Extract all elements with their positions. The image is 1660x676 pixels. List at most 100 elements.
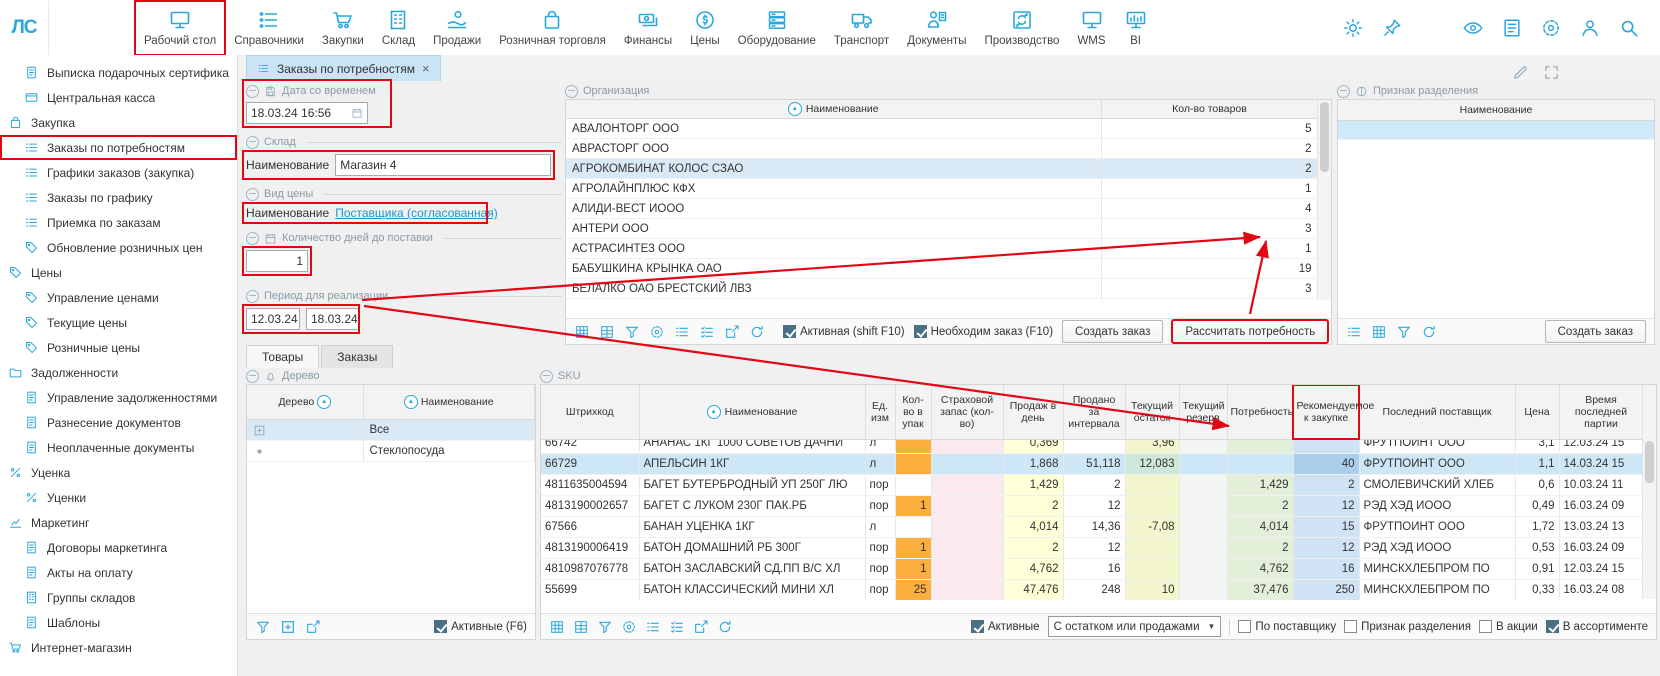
collapse-icon[interactable]: [246, 188, 259, 201]
sidebar-item-warehouse-groups[interactable]: Группы складов: [0, 585, 237, 610]
org-vertical-scrollbar[interactable]: [1317, 100, 1331, 300]
sidebar-section-online-store[interactable]: Интернет-магазин: [0, 635, 237, 660]
filter-icon[interactable]: [1396, 324, 1412, 340]
ribbon-equipment[interactable]: Оборудование: [729, 1, 825, 55]
grid-view-icon[interactable]: [1371, 324, 1387, 340]
checkbox-in-promo[interactable]: В акции: [1479, 620, 1538, 633]
sku-column-header[interactable]: Потребность: [1227, 385, 1293, 439]
sidebar-item-markdowns[interactable]: Уценки: [0, 485, 237, 510]
sku-column-header[interactable]: Текущий резерв: [1179, 385, 1227, 439]
theme-icon[interactable]: [1342, 17, 1364, 39]
filter-icon[interactable]: [597, 619, 613, 635]
calendar-icon[interactable]: [351, 107, 363, 119]
export-icon[interactable]: [693, 619, 709, 635]
org-row[interactable]: АВАЛОНТОРГ ООО 5: [566, 119, 1318, 139]
sidebar-section-marketing[interactable]: Маркетинг: [0, 510, 237, 535]
sidebar-item-templates[interactable]: Шаблоны: [0, 610, 237, 635]
sku-row[interactable]: 4813190006419 БАТОН ДОМАШНИЙ РБ 300Г пор…: [541, 537, 1643, 558]
create-order-button[interactable]: Создать заказ: [1062, 320, 1163, 343]
sidebar-section-markdown[interactable]: Уценка: [0, 460, 237, 485]
tree-col-name[interactable]: ▲ Наименование: [363, 385, 535, 420]
warehouse-input[interactable]: Магазин 4: [335, 154, 551, 176]
refresh-icon[interactable]: [1421, 324, 1437, 340]
sidebar-item-retail-price-update[interactable]: Обновление розничных цен: [0, 235, 237, 260]
tree-row[interactable]: Все: [247, 420, 535, 441]
list-icon[interactable]: [1346, 324, 1362, 340]
collapse-icon[interactable]: [246, 136, 259, 149]
stock-filter-dropdown[interactable]: С остатком или продажами: [1048, 616, 1222, 637]
ribbon-sales[interactable]: Продажи: [424, 1, 490, 55]
table-settings-icon[interactable]: [621, 619, 637, 635]
sku-column-header[interactable]: Рекомендуемое к закупке: [1293, 385, 1359, 439]
org-row[interactable]: БЕЛАТМИТ СЗАО 3: [566, 299, 1318, 301]
sku-column-header[interactable]: Продаж в день: [1003, 385, 1063, 439]
refresh-icon[interactable]: [749, 324, 765, 340]
checkbox-need-order[interactable]: Необходим заказ (F10): [914, 325, 1053, 338]
tree-row[interactable]: Стеклопосуда: [247, 441, 535, 462]
price-type-link[interactable]: Поставщика (согласованная): [335, 206, 498, 220]
ribbon-production[interactable]: Производство: [975, 1, 1068, 55]
calculate-need-button[interactable]: Рассчитать потребность: [1172, 320, 1328, 343]
sidebar-item-central-cash[interactable]: Центральная касса: [0, 85, 237, 110]
sidebar-item-payment-acts[interactable]: Акты на оплату: [0, 560, 237, 585]
org-row[interactable]: АСТРАСИНТЕЗ ООО 1: [566, 239, 1318, 259]
tab-goods[interactable]: Товары: [246, 345, 319, 368]
collapse-icon[interactable]: [246, 85, 259, 98]
filter-icon[interactable]: [624, 324, 640, 340]
export-icon[interactable]: [724, 324, 740, 340]
fullscreen-icon[interactable]: [1543, 64, 1560, 81]
collapse-icon[interactable]: [1337, 85, 1350, 98]
tree-node-icon[interactable]: [253, 424, 266, 437]
datetime-input[interactable]: 18.03.24 16:56: [246, 102, 368, 124]
tree-col-tree[interactable]: Дерево ▲: [247, 385, 363, 420]
sidebar-item-gift-certificates[interactable]: Выписка подарочных сертификато: [0, 60, 237, 85]
checkbox-by-supplier[interactable]: По поставщику: [1238, 620, 1336, 633]
days-to-delivery-input[interactable]: 1: [246, 250, 308, 272]
sku-row[interactable]: 4811635004594 БАГЕТ БУТЕРБРОДНЫЙ УП 250Г…: [541, 474, 1643, 495]
sku-column-header[interactable]: Время последней партии: [1559, 385, 1643, 439]
org-row[interactable]: АВРАСТОРГ ООО 2: [566, 139, 1318, 159]
ribbon-retail[interactable]: Розничная торговля: [490, 1, 615, 55]
tasks-icon[interactable]: [669, 619, 685, 635]
sku-vertical-scrollbar[interactable]: [1642, 385, 1656, 599]
sku-row[interactable]: 4813190002657 БАГЕТ С ЛУКОМ 230Г ПАК.РБ …: [541, 495, 1643, 516]
sku-column-header[interactable]: Наименование: [639, 385, 865, 439]
sidebar-item-orders-by-schedule[interactable]: Заказы по графику: [0, 185, 237, 210]
sku-column-header[interactable]: Последний поставщик: [1359, 385, 1515, 439]
notes-icon[interactable]: [1501, 17, 1523, 39]
org-row[interactable]: БЕЛАЛКО ОАО БРЕСТСКИЙ ЛВЗ 3: [566, 279, 1318, 299]
ribbon-finance[interactable]: Финансы: [615, 1, 681, 55]
ribbon-transport[interactable]: Транспорт: [825, 1, 898, 55]
ribbon-wms[interactable]: WMS: [1068, 1, 1114, 55]
tasks-icon[interactable]: [699, 324, 715, 340]
sku-column-header[interactable]: Текущий остаток: [1125, 385, 1179, 439]
edit-icon[interactable]: [1512, 64, 1529, 81]
column-view-icon[interactable]: [599, 324, 615, 340]
refresh-icon[interactable]: [717, 619, 733, 635]
org-col-count[interactable]: Кол-во товаров: [1101, 100, 1318, 119]
checkbox-division-sign[interactable]: Признак разделения: [1344, 620, 1471, 633]
checkbox-in-assortment[interactable]: В ассортименте: [1546, 620, 1648, 633]
ribbon-desktop[interactable]: Рабочий стол: [135, 1, 225, 55]
sidebar-section-debts[interactable]: Задолженности: [0, 360, 237, 385]
sidebar-item-current-prices[interactable]: Текущие цены: [0, 310, 237, 335]
org-row[interactable]: АГРОЛАЙНПЛЮС КФХ 1: [566, 179, 1318, 199]
sidebar-section-purchase[interactable]: Закупка: [0, 110, 237, 135]
org-col-name[interactable]: Наименование: [566, 100, 1101, 119]
collapse-icon[interactable]: [540, 370, 553, 383]
ribbon-documents[interactable]: Документы: [898, 1, 975, 55]
sidebar-item-document-allocation[interactable]: Разнесение документов: [0, 410, 237, 435]
sidebar-item-order-acceptance[interactable]: Приемка по заказам: [0, 210, 237, 235]
collapse-icon[interactable]: [246, 290, 259, 303]
sku-column-header[interactable]: Ед. изм: [865, 385, 895, 439]
sidebar-item-marketing-contracts[interactable]: Договоры маркетинга: [0, 535, 237, 560]
org-row[interactable]: АНТЕРИ ООО 3: [566, 219, 1318, 239]
collapse-icon[interactable]: [565, 85, 578, 98]
create-order-button[interactable]: Создать заказ: [1545, 320, 1646, 343]
list-icon[interactable]: [645, 619, 661, 635]
collapse-icon[interactable]: [246, 370, 259, 383]
tree-node-icon[interactable]: [253, 445, 266, 458]
tab-orders-by-needs[interactable]: Заказы по потребностям ×: [246, 55, 441, 81]
org-row[interactable]: АГРОКОМБИНАТ КОЛОС СЗАО 2: [566, 159, 1318, 179]
sku-row[interactable]: 55699 БАТОН КЛАССИЧЕСКИЙ МИНИ ХЛ пор 25 …: [541, 579, 1643, 600]
